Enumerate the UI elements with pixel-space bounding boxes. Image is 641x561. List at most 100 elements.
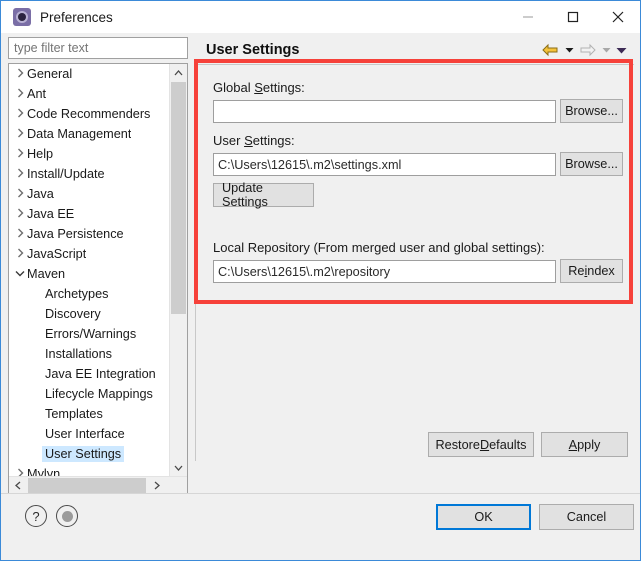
- global-settings-label: Global Settings:: [213, 80, 305, 95]
- sidebar-item-general[interactable]: General: [9, 64, 170, 84]
- sidebar-item-ant[interactable]: Ant: [9, 84, 170, 104]
- sidebar-item-maven[interactable]: Maven: [9, 264, 170, 284]
- chevron-right-icon: [13, 248, 27, 260]
- status-circle-icon[interactable]: [56, 505, 78, 527]
- minimize-icon[interactable]: [505, 1, 550, 33]
- reindex-button[interactable]: Re i ndex: [560, 259, 623, 283]
- chevron-right-icon: [13, 148, 27, 160]
- global-settings-browse-button[interactable]: Browse...: [560, 99, 623, 123]
- help-question-icon[interactable]: ?: [25, 505, 47, 527]
- sidebar-item-user-interface[interactable]: User Interface: [9, 424, 170, 444]
- page-title: User Settings: [206, 42, 300, 58]
- window-controls: [505, 1, 640, 33]
- scroll-up-icon[interactable]: [170, 64, 187, 81]
- local-repository-input[interactable]: [213, 260, 556, 283]
- close-icon[interactable]: [595, 1, 640, 33]
- restore-defaults-button[interactable]: Restore Defaults: [428, 432, 534, 457]
- sidebar-item-code-recommenders[interactable]: Code Recommenders: [9, 104, 170, 124]
- preferences-tree[interactable]: General Ant Code Recommenders Data Manageme…: [8, 63, 188, 495]
- chevron-right-icon: [13, 228, 27, 240]
- sidebar-item-java-ee[interactable]: Java EE: [9, 204, 170, 224]
- scroll-right-icon[interactable]: [148, 477, 165, 494]
- sidebar-item-label: General: [27, 67, 73, 81]
- sidebar-item-archetypes[interactable]: Archetypes: [9, 284, 170, 304]
- chevron-right-icon: [13, 128, 27, 140]
- sidebar-item-label: Install/Update: [27, 167, 105, 181]
- sidebar-item-discovery[interactable]: Discovery: [9, 304, 170, 324]
- sidebar-item-label: Templates: [45, 407, 103, 421]
- tree-horizontal-scrollbar[interactable]: [9, 476, 187, 494]
- back-history-chevron-down-icon[interactable]: [562, 40, 576, 60]
- scrollbar-thumb-horizontal[interactable]: [28, 478, 146, 493]
- back-arrow-icon[interactable]: [540, 40, 561, 60]
- chevron-right-icon: [13, 168, 27, 180]
- sidebar-item-label: Code Recommenders: [27, 107, 151, 121]
- sidebar-item-label: Data Management: [27, 127, 132, 141]
- chevron-right-icon: [13, 188, 27, 200]
- maximize-icon[interactable]: [550, 1, 595, 33]
- ok-button[interactable]: OK: [436, 504, 531, 530]
- local-repository-label: Local Repository (From merged user and g…: [213, 240, 545, 255]
- sidebar-item-user-settings[interactable]: User Settings: [9, 444, 170, 464]
- sidebar-item-java[interactable]: Java: [9, 184, 170, 204]
- sidebar-item-install-update[interactable]: Install/Update: [9, 164, 170, 184]
- dialog-footer: ? OK Cancel: [1, 494, 640, 560]
- chevron-right-icon: [13, 68, 27, 80]
- preferences-tree-panel: General Ant Code Recommenders Data Manageme…: [8, 37, 188, 495]
- global-settings-input[interactable]: [213, 100, 556, 123]
- sidebar-item-javascript[interactable]: JavaScript: [9, 244, 170, 264]
- sidebar-item-label: Java: [27, 187, 54, 201]
- tree-vertical-scrollbar[interactable]: [169, 64, 187, 476]
- page-menu-chevron-down-icon[interactable]: [614, 40, 628, 60]
- page-navigation: [540, 40, 634, 60]
- sidebar-item-label: Errors/Warnings: [45, 327, 137, 341]
- apply-button[interactable]: Apply: [541, 432, 628, 457]
- sidebar-item-label: Java Persistence: [27, 227, 124, 241]
- sidebar-item-data-management[interactable]: Data Management: [9, 124, 170, 144]
- sidebar-item-label: Archetypes: [45, 287, 109, 301]
- sidebar-item-label: Discovery: [45, 307, 101, 321]
- chevron-right-icon: [13, 88, 27, 100]
- preference-page: User Settings Global Settings: Browse...…: [195, 37, 634, 493]
- cancel-button[interactable]: Cancel: [539, 504, 634, 530]
- filter-box[interactable]: [8, 37, 188, 59]
- sidebar-item-label: Maven: [27, 267, 66, 281]
- forward-arrow-icon: [577, 40, 598, 60]
- user-settings-input[interactable]: [213, 153, 556, 176]
- sidebar-item-label: User Interface: [45, 427, 125, 441]
- scroll-left-icon[interactable]: [9, 477, 26, 494]
- sidebar-item-templates[interactable]: Templates: [9, 404, 170, 424]
- forward-history-chevron-down-icon: [599, 40, 613, 60]
- update-settings-button[interactable]: Update Settings: [213, 181, 314, 209]
- chevron-right-icon: [13, 468, 27, 476]
- sidebar-item-errors-warnings[interactable]: Errors/Warnings: [9, 324, 170, 344]
- sidebar-item-label: Java EE: [27, 207, 75, 221]
- chevron-down-icon: [13, 270, 27, 279]
- tree-item-list: General Ant Code Recommenders Data Manageme…: [9, 64, 170, 476]
- scroll-down-icon[interactable]: [170, 459, 187, 476]
- chevron-right-icon: [13, 208, 27, 220]
- search-input[interactable]: [9, 41, 187, 55]
- sidebar-item-label: Installations: [45, 347, 112, 361]
- scrollbar-thumb-vertical[interactable]: [171, 82, 186, 314]
- sidebar-item-installations[interactable]: Installations: [9, 344, 170, 364]
- sidebar-item-lifecycle-mappings[interactable]: Lifecycle Mappings: [9, 384, 170, 404]
- sidebar-item-label: User Settings: [42, 446, 125, 462]
- sidebar-item-help[interactable]: Help: [9, 144, 170, 164]
- page-header: User Settings: [195, 37, 634, 63]
- page-body: Global Settings: Browse... User Settings…: [195, 64, 634, 461]
- chevron-right-icon: [13, 108, 27, 120]
- sidebar-item-java-persistence[interactable]: Java Persistence: [9, 224, 170, 244]
- user-settings-browse-button[interactable]: Browse...: [560, 152, 623, 176]
- preferences-dialog: Preferences General Ant Code Recommenders D…: [0, 0, 641, 561]
- preferences-gear-icon: [13, 8, 31, 26]
- sidebar-item-mylyn[interactable]: Mylyn: [9, 464, 170, 476]
- title-bar: Preferences: [1, 1, 640, 33]
- sidebar-item-label: Help: [27, 147, 54, 161]
- sidebar-item-java-ee-integration[interactable]: Java EE Integration: [9, 364, 170, 384]
- sidebar-item-label: JavaScript: [27, 247, 87, 261]
- sidebar-item-label: Mylyn: [27, 467, 61, 476]
- user-settings-label: User Settings:: [213, 133, 295, 148]
- window-title: Preferences: [40, 9, 113, 25]
- sidebar-item-label: Lifecycle Mappings: [45, 387, 153, 401]
